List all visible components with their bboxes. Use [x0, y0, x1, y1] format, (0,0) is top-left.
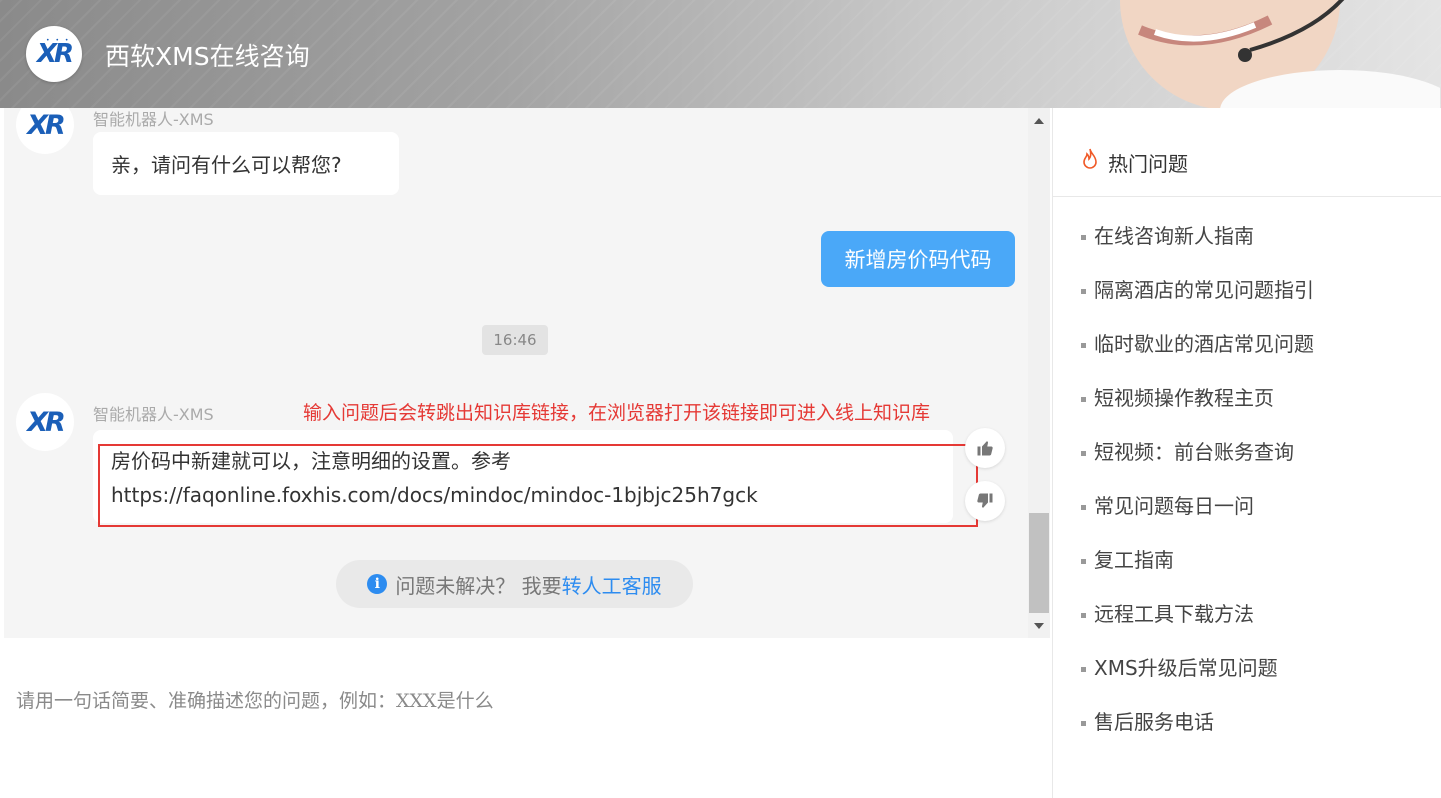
- bullet-icon: [1081, 235, 1086, 240]
- bullet-icon: [1081, 721, 1086, 726]
- thumbs-down-icon: [977, 493, 993, 508]
- transfer-agent-link[interactable]: 转人工客服: [562, 570, 662, 599]
- user-message-text: 新增房价码代码: [844, 248, 992, 272]
- faq-item[interactable]: 常见问题每日一问: [1081, 490, 1254, 519]
- agent-photo: [1120, 0, 1440, 108]
- transfer-prompt: i 问题未解决？ 我要 转人工客服: [336, 560, 693, 608]
- faq-item-label: 短视频操作教程主页: [1094, 386, 1274, 410]
- hot-questions-header: 热门问题: [1053, 108, 1441, 197]
- faq-item[interactable]: 在线咨询新人指南: [1081, 220, 1254, 249]
- faq-item[interactable]: 临时歇业的酒店常见问题: [1081, 328, 1314, 357]
- bullet-icon: [1081, 613, 1086, 618]
- logo-dots-icon: • • •: [46, 37, 71, 44]
- bot-avatar-logo: XR: [27, 406, 66, 438]
- faq-item-label: 远程工具下载方法: [1094, 602, 1254, 626]
- bot-avatar: XR: [16, 393, 74, 451]
- chat-scrollbar[interactable]: [1028, 108, 1050, 638]
- brand-logo: • • • XR: [26, 26, 82, 82]
- faq-item[interactable]: 远程工具下载方法: [1081, 598, 1254, 627]
- message-input[interactable]: 请用一句话简要、准确描述您的问题，例如：XXX是什么: [4, 638, 1050, 798]
- bullet-icon: [1081, 667, 1086, 672]
- transfer-prefix: 问题未解决？ 我要: [395, 573, 562, 598]
- faq-item-label: 隔离酒店的常见问题指引: [1094, 278, 1314, 302]
- bullet-icon: [1081, 451, 1086, 456]
- bullet-icon: [1081, 343, 1086, 348]
- faq-item-label: 售后服务电话: [1094, 710, 1214, 734]
- faq-item[interactable]: 隔离酒店的常见问题指引: [1081, 274, 1314, 303]
- page-title: 西软XMS在线咨询: [105, 42, 310, 71]
- bullet-icon: [1081, 397, 1086, 402]
- faq-item[interactable]: 短视频：前台账务查询: [1081, 436, 1294, 465]
- bot-name: 智能机器人-XMS: [93, 110, 214, 129]
- info-icon: i: [367, 574, 388, 594]
- bot-avatar: XR: [16, 108, 74, 154]
- hot-questions-title: 热门问题: [1108, 152, 1188, 176]
- scrollbar-thumb[interactable]: [1029, 513, 1049, 613]
- annotation-note: 输入问题后会转跳出知识库链接，在浏览器打开该链接即可进入线上知识库: [303, 402, 931, 424]
- chat-history[interactable]: XR 智能机器人-XMS 亲，请问有什么可以帮您? 新增房价码代码 16:46 …: [4, 108, 1028, 638]
- annotation-highlight-box: [98, 444, 978, 527]
- faq-item-label: 临时歇业的酒店常见问题: [1094, 332, 1314, 356]
- bot-avatar-logo: XR: [27, 109, 66, 141]
- dislike-button[interactable]: [965, 481, 1005, 521]
- faq-item[interactable]: XMS升级后常见问题: [1081, 652, 1278, 681]
- faq-item-label: 复工指南: [1094, 548, 1174, 572]
- bullet-icon: [1081, 289, 1086, 294]
- input-placeholder: 请用一句话简要、准确描述您的问题，例如：XXX是什么: [16, 690, 494, 712]
- timestamp: 16:46: [482, 325, 548, 355]
- like-button[interactable]: [965, 428, 1005, 468]
- faq-item-label: 在线咨询新人指南: [1094, 224, 1254, 248]
- thumbs-up-icon: [977, 441, 993, 456]
- scroll-up-arrow-icon[interactable]: [1034, 118, 1044, 124]
- scroll-down-arrow-icon[interactable]: [1034, 623, 1044, 629]
- bot-greeting-text: 亲，请问有什么可以帮您?: [111, 153, 342, 177]
- faq-item-label: 短视频：前台账务查询: [1094, 440, 1294, 464]
- faq-item-label: 常见问题每日一问: [1094, 494, 1254, 518]
- faq-item[interactable]: 售后服务电话: [1081, 706, 1214, 735]
- bullet-icon: [1081, 505, 1086, 510]
- faq-item[interactable]: 短视频操作教程主页: [1081, 382, 1274, 411]
- timestamp-text: 16:46: [493, 331, 537, 349]
- bot-greeting-bubble: 亲，请问有什么可以帮您?: [93, 132, 399, 195]
- faq-item-label: XMS升级后常见问题: [1094, 656, 1278, 680]
- user-message-bubble: 新增房价码代码: [821, 231, 1015, 287]
- flame-icon: [1083, 148, 1097, 169]
- faq-item[interactable]: 复工指南: [1081, 544, 1174, 573]
- bot-name: 智能机器人-XMS: [93, 405, 214, 424]
- header-banner: • • • XR 西软XMS在线咨询: [0, 0, 1441, 108]
- bullet-icon: [1081, 559, 1086, 564]
- hot-questions-panel: 热门问题 在线咨询新人指南 隔离酒店的常见问题指引 临时歇业的酒店常见问题 短视…: [1052, 108, 1441, 798]
